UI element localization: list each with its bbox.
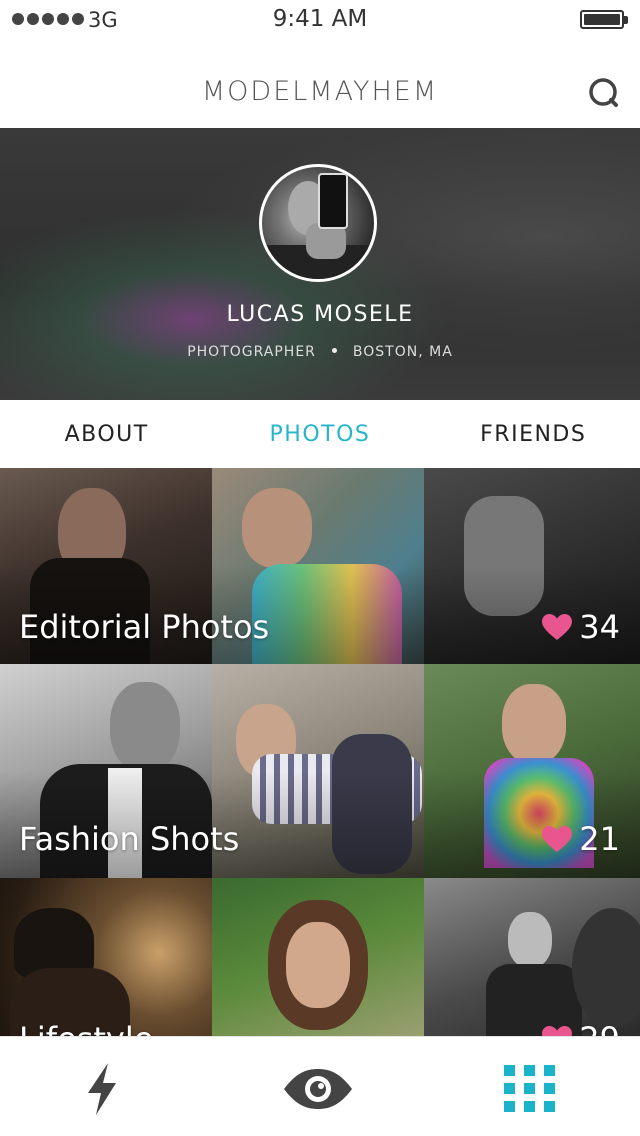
profile-name: LUCAS MOSELE bbox=[226, 302, 414, 327]
tab-photos[interactable]: PHOTOS bbox=[213, 422, 426, 447]
photo-album-grid: Editorial Photos 34 Fashion Shots 21 Lif… bbox=[0, 468, 640, 1040]
app-header: MODELMAYHEM bbox=[0, 40, 640, 128]
profile-tabs: ABOUT PHOTOS FRIENDS bbox=[0, 400, 640, 468]
heart-icon bbox=[542, 614, 573, 640]
album-row-editorial[interactable]: Editorial Photos 34 bbox=[0, 468, 640, 664]
tab-browse[interactable] bbox=[282, 1061, 354, 1117]
profile-hero: LUCAS MOSELE PHOTOGRAPHER BOSTON, MA bbox=[0, 128, 640, 400]
profile-screen: 3G 9:41 AM MODELMAYHEM LUCAS MOSELE PHOT… bbox=[0, 0, 640, 1136]
search-button[interactable] bbox=[584, 74, 624, 114]
album-photo bbox=[0, 878, 212, 1040]
album-likes: 34 bbox=[541, 608, 620, 646]
heart-icon bbox=[542, 826, 573, 852]
app-logo: MODELMAYHEM bbox=[201, 76, 439, 107]
profile-location: BOSTON, MA bbox=[352, 344, 453, 360]
likes-count: 21 bbox=[579, 820, 620, 858]
status-time: 9:41 AM bbox=[272, 6, 368, 32]
bottom-tab-bar bbox=[0, 1036, 640, 1136]
avatar[interactable] bbox=[259, 164, 377, 282]
status-bar: 3G 9:41 AM bbox=[0, 0, 640, 40]
lightning-icon bbox=[88, 1063, 116, 1115]
tab-activity[interactable] bbox=[72, 1061, 132, 1117]
search-icon bbox=[589, 78, 618, 107]
likes-count: 34 bbox=[579, 608, 620, 646]
album-row-fashion[interactable]: Fashion Shots 21 bbox=[0, 664, 640, 878]
battery-icon bbox=[580, 10, 628, 29]
separator-dot bbox=[331, 348, 337, 353]
album-likes: 21 bbox=[541, 820, 620, 858]
album-photo bbox=[424, 878, 640, 1040]
profile-meta: PHOTOGRAPHER BOSTON, MA bbox=[0, 344, 640, 360]
eye-icon bbox=[284, 1069, 352, 1109]
album-row-lifestyle[interactable]: Lifestyle 29 bbox=[0, 878, 640, 1040]
album-title: Fashion Shots bbox=[19, 820, 240, 858]
tab-about[interactable]: ABOUT bbox=[0, 422, 213, 447]
profile-role: PHOTOGRAPHER bbox=[187, 344, 316, 360]
album-photo bbox=[212, 878, 424, 1040]
tab-friends[interactable]: FRIENDS bbox=[427, 422, 640, 447]
grid-icon bbox=[504, 1065, 555, 1112]
album-title: Editorial Photos bbox=[19, 608, 270, 646]
tab-grid[interactable] bbox=[502, 1061, 562, 1117]
